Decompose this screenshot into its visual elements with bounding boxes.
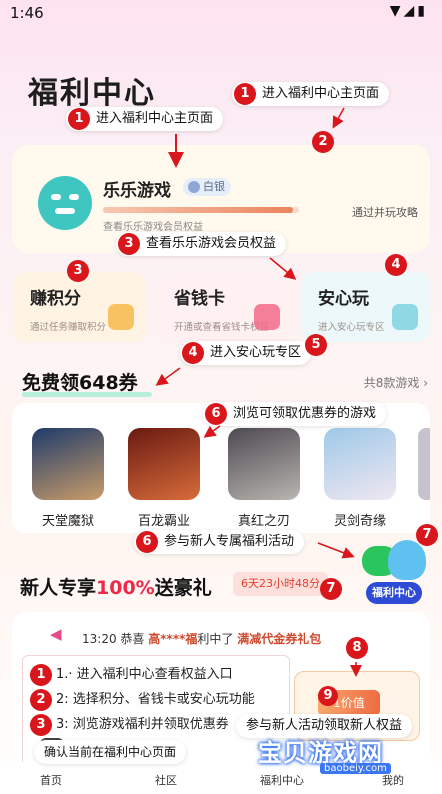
arrow (155, 367, 181, 386)
watermark-url: baobeiy.com (320, 763, 391, 774)
arrow (317, 542, 355, 559)
annotation-arrows (155, 107, 362, 677)
arrow (269, 257, 297, 280)
arrow (332, 107, 345, 129)
arrow (203, 425, 221, 438)
